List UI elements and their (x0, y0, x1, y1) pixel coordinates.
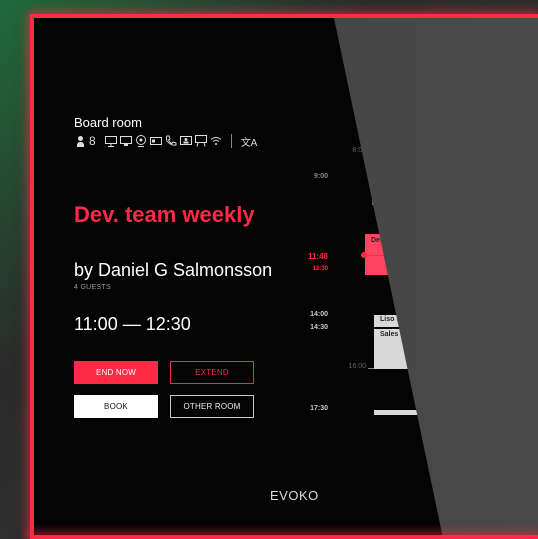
tick-900: 9:00 (313, 173, 328, 180)
event-sales-label: meeting (398, 331, 426, 338)
event-sales-meeting[interactable]: Sales meeting (374, 329, 515, 369)
extend-button[interactable]: EXTEND (170, 361, 254, 384)
hour-label-16: 16:00 (348, 363, 366, 370)
next-day-button[interactable]: > (480, 118, 506, 133)
event-dev-team-label: Dev. team weekly (371, 237, 429, 244)
tick-now: 11:48 (307, 252, 328, 261)
book-button[interactable]: BOOK (74, 395, 158, 418)
event-morning[interactable]: Morning - All Hands on Deck (372, 179, 515, 205)
room-name: Board room (74, 115, 142, 130)
device-screen: Board room 8 文A Dev. team weekly by Dani… (30, 14, 538, 539)
tick-1730: 17:30 (310, 405, 328, 412)
evoko-logo: EVOKO (270, 488, 319, 503)
tick-1230: 12:30 (312, 266, 328, 272)
meeting-organizer: by Daniel G Salmonsson (74, 260, 273, 280)
event-sales-organizer: Sales (380, 331, 399, 338)
tick-1400: 14:00 (310, 311, 328, 318)
event-liso-organizer: Liso (380, 316, 395, 323)
amenity-divider (230, 134, 232, 148)
now-line (365, 255, 522, 256)
event-liso-label: Standup (394, 316, 423, 323)
today-button[interactable]: TODAY (410, 118, 480, 133)
meeting-title: Dev. team weekly (74, 202, 255, 227)
monitor-icon (119, 135, 132, 147)
hour-label-8: 8:00 (352, 147, 366, 154)
meeting-guests: 4 GUESTS (74, 284, 112, 291)
projector-icon (149, 135, 162, 147)
end-now-button[interactable]: END NOW (74, 361, 158, 384)
whiteboard-icon (194, 135, 207, 147)
now-marker (361, 252, 367, 258)
videoconf-icon (179, 135, 192, 147)
hour-line-8 (368, 152, 520, 153)
other-room-button[interactable]: OTHER ROOM (170, 395, 254, 418)
language-icon[interactable]: 文A (241, 135, 258, 149)
room-capacity: 8 (89, 134, 96, 148)
event-morning-label: Morning - All Hands on Deck (378, 182, 467, 189)
prev-day-button[interactable]: < (382, 118, 410, 133)
tick-1430: 14:30 (310, 324, 328, 331)
device-frame-bottom (30, 535, 538, 539)
event-late-bar[interactable] (374, 410, 515, 415)
phone-icon (165, 135, 177, 147)
person-icon (74, 135, 86, 147)
meeting-time: 11:00 — 12:30 (74, 314, 191, 334)
wifi-icon (210, 135, 222, 147)
event-liso-standup[interactable]: Liso Standup (374, 315, 515, 327)
room-amenities: 8 文A (74, 133, 257, 149)
display-icon (104, 135, 117, 147)
webcam-icon (135, 135, 147, 147)
